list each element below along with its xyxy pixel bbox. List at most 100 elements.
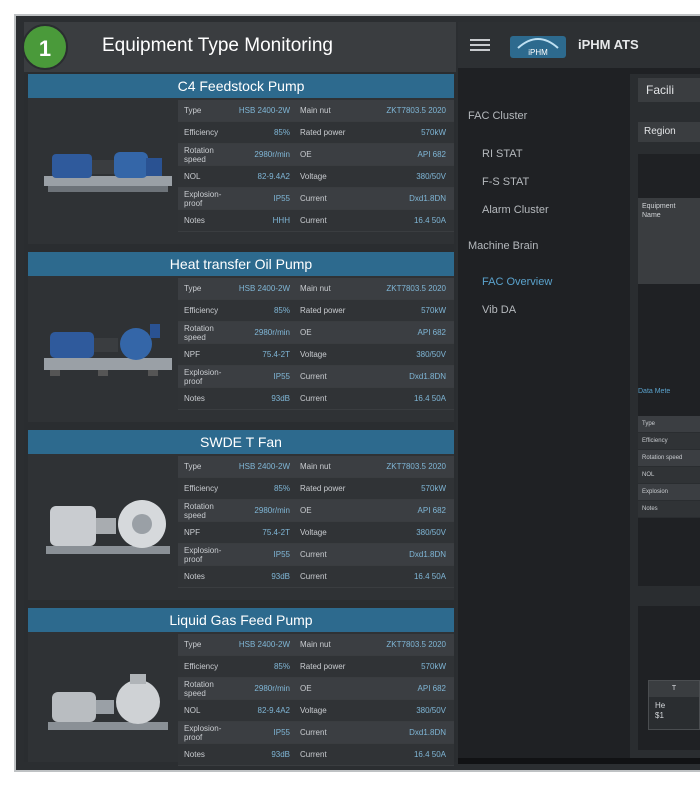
spec-table: Type HSB 2400-2W Main nut ZKT7803.5 2020 Ef… — [178, 634, 454, 766]
spec-key: Voltage — [300, 172, 327, 181]
spec-table: Type HSB 2400-2W Main nut ZKT7803.5 2020 Ef… — [178, 278, 454, 410]
spec-key: NOL — [184, 172, 201, 181]
hamburger-menu-icon[interactable] — [470, 39, 490, 51]
nav-item-alarm-cluster[interactable]: Alarm Cluster — [482, 204, 549, 216]
spec-row: Type HSB 2400-2W Main nut ZKT7803.5 2020 — [178, 456, 454, 478]
name-label: Name — [642, 212, 661, 219]
tooltip-line: He — [655, 701, 666, 710]
spec-key: OE — [300, 150, 312, 159]
spec-key: Current — [300, 728, 327, 737]
spec-value: 380/50V — [416, 350, 446, 359]
spec-row: Type HSB 2400-2W Main nut ZKT7803.5 2020 — [178, 278, 454, 300]
table-row: NOL — [638, 467, 700, 484]
bottom-bar — [458, 758, 700, 764]
spec-key: Voltage — [300, 528, 327, 537]
spec-value: 75.4-2T — [262, 350, 290, 359]
spec-key: Type — [184, 462, 202, 471]
spec-key: Rated power — [300, 484, 346, 493]
spec-key: Notes — [184, 572, 205, 581]
region-select[interactable]: Region — [638, 122, 700, 142]
spec-key: NPF — [184, 528, 200, 537]
spec-key: Efficiency — [184, 306, 219, 315]
spec-value: HSB 2400-2W — [238, 640, 290, 649]
tooltip-line: $1 — [655, 711, 664, 720]
nav-item-ri-stat[interactable]: RI STAT — [482, 148, 523, 160]
spec-value: 85% — [273, 128, 290, 137]
spec-value: HSB 2400-2W — [238, 462, 290, 471]
spec-key: Current — [300, 550, 327, 559]
equipment-card-title: SWDE T Fan — [28, 430, 454, 454]
pump-image — [44, 324, 172, 376]
spec-row: Rotation speed 2980r/min OE API 682 — [178, 144, 454, 166]
spec-key: OE — [300, 506, 312, 515]
spec-key: Voltage — [300, 350, 327, 359]
equipment-card-title: C4 Feedstock Pump — [28, 74, 454, 98]
spec-key: Type — [184, 640, 202, 649]
nav-group-machine-brain[interactable]: Machine Brain — [468, 240, 538, 252]
spec-row: Rotation speed 2980r/min OE API 682 — [178, 322, 454, 344]
equipment-name-field: Equipment Name — [638, 198, 700, 284]
spec-value: 2980r/min — [254, 506, 290, 515]
spec-value: 2980r/min — [254, 150, 290, 159]
sidebar-nav: FAC Cluster RI STAT F-S STAT Alarm Clust… — [458, 68, 623, 758]
spec-key: Voltage — [300, 706, 327, 715]
spec-value: 82-9.4A2 — [257, 172, 290, 181]
spec-value: HSB 2400-2W — [238, 284, 290, 293]
spec-value: HHH — [272, 216, 290, 225]
spec-row: Notes 93dB Current 16.4 50A — [178, 388, 454, 410]
equipment-label: Equipment — [642, 203, 676, 210]
spec-value: Dxd1.8DN — [409, 728, 446, 737]
spec-value: ZKT7803.5 2020 — [386, 284, 446, 293]
spec-row: Notes 93dB Current 16.4 50A — [178, 744, 454, 766]
spec-row: Notes 93dB Current 16.4 50A — [178, 566, 454, 588]
equipment-card[interactable]: Liquid Gas Feed Pump Type HSB 2400-2W Main… — [28, 608, 454, 766]
spec-value: API 682 — [417, 328, 446, 337]
spec-value: 380/50V — [416, 172, 446, 181]
spec-value: 82-9.4A2 — [257, 706, 290, 715]
facility-button[interactable]: Facili — [638, 78, 700, 102]
iphm-app-window: iPHM iPHM ATS FAC Cluster RI STAT F-S ST… — [458, 22, 700, 764]
data-meter-link[interactable]: Data Mete — [638, 388, 670, 395]
spec-key: Current — [300, 216, 327, 225]
spec-row: Explosion-proof IP55 Current Dxd1.8DN — [178, 188, 454, 210]
spec-value: Dxd1.8DN — [409, 372, 446, 381]
equipment-card[interactable]: Heat transfer Oil Pump Type HSB 2400-2W Ma… — [28, 252, 454, 422]
spec-key: Type — [184, 284, 202, 293]
spec-value: 75.4-2T — [262, 528, 290, 537]
spec-key: OE — [300, 684, 312, 693]
nav-item-fs-stat[interactable]: F-S STAT — [482, 176, 529, 188]
logo-text: iPHM — [528, 48, 548, 57]
table-row: Rotation speed — [638, 450, 700, 467]
app-title: iPHM ATS — [578, 37, 639, 52]
spec-key: Main nut — [300, 462, 331, 471]
spec-value: 16.4 50A — [413, 750, 446, 759]
spec-key: Current — [300, 750, 327, 759]
spec-key: OE — [300, 328, 312, 337]
spec-value: 85% — [273, 662, 290, 671]
spec-value: 380/50V — [416, 528, 446, 537]
spec-key: Current — [300, 194, 327, 203]
spec-key: Rated power — [300, 306, 346, 315]
main-content: Facili Region Equipment Name Data Mete T… — [630, 74, 700, 758]
nav-item-vib-da[interactable]: Vib DA — [482, 304, 516, 316]
spec-row: Explosion-proof IP55 Current Dxd1.8DN — [178, 366, 454, 388]
table-row: Explosion — [638, 484, 700, 501]
spec-value: API 682 — [417, 684, 446, 693]
app-topbar: iPHM iPHM ATS — [458, 22, 700, 68]
spec-key: Explosion-proof — [184, 367, 222, 386]
spec-key: Current — [300, 572, 327, 581]
nav-group-fac-cluster[interactable]: FAC Cluster — [468, 110, 527, 122]
spec-value: ZKT7803.5 2020 — [386, 462, 446, 471]
spec-key: Rated power — [300, 128, 346, 137]
spec-key: Explosion-proof — [184, 545, 222, 564]
spec-key: Rated power — [300, 662, 346, 671]
spec-key: Rotation speed — [184, 501, 214, 520]
spec-key: Explosion-proof — [184, 723, 222, 742]
spec-key: Notes — [184, 750, 205, 759]
nav-item-fac-overview[interactable]: FAC Overview — [482, 276, 552, 288]
spec-value: 380/50V — [416, 706, 446, 715]
equipment-card[interactable]: C4 Feedstock Pump Type HSB 2400-2W Main nu… — [28, 74, 454, 244]
spec-value: 16.4 50A — [413, 216, 446, 225]
equipment-card[interactable]: SWDE T Fan Type HSB 2400-2W Main nut ZKT780… — [28, 430, 454, 600]
spec-table: Type HSB 2400-2W Main nut ZKT7803.5 2020 Ef… — [178, 456, 454, 588]
